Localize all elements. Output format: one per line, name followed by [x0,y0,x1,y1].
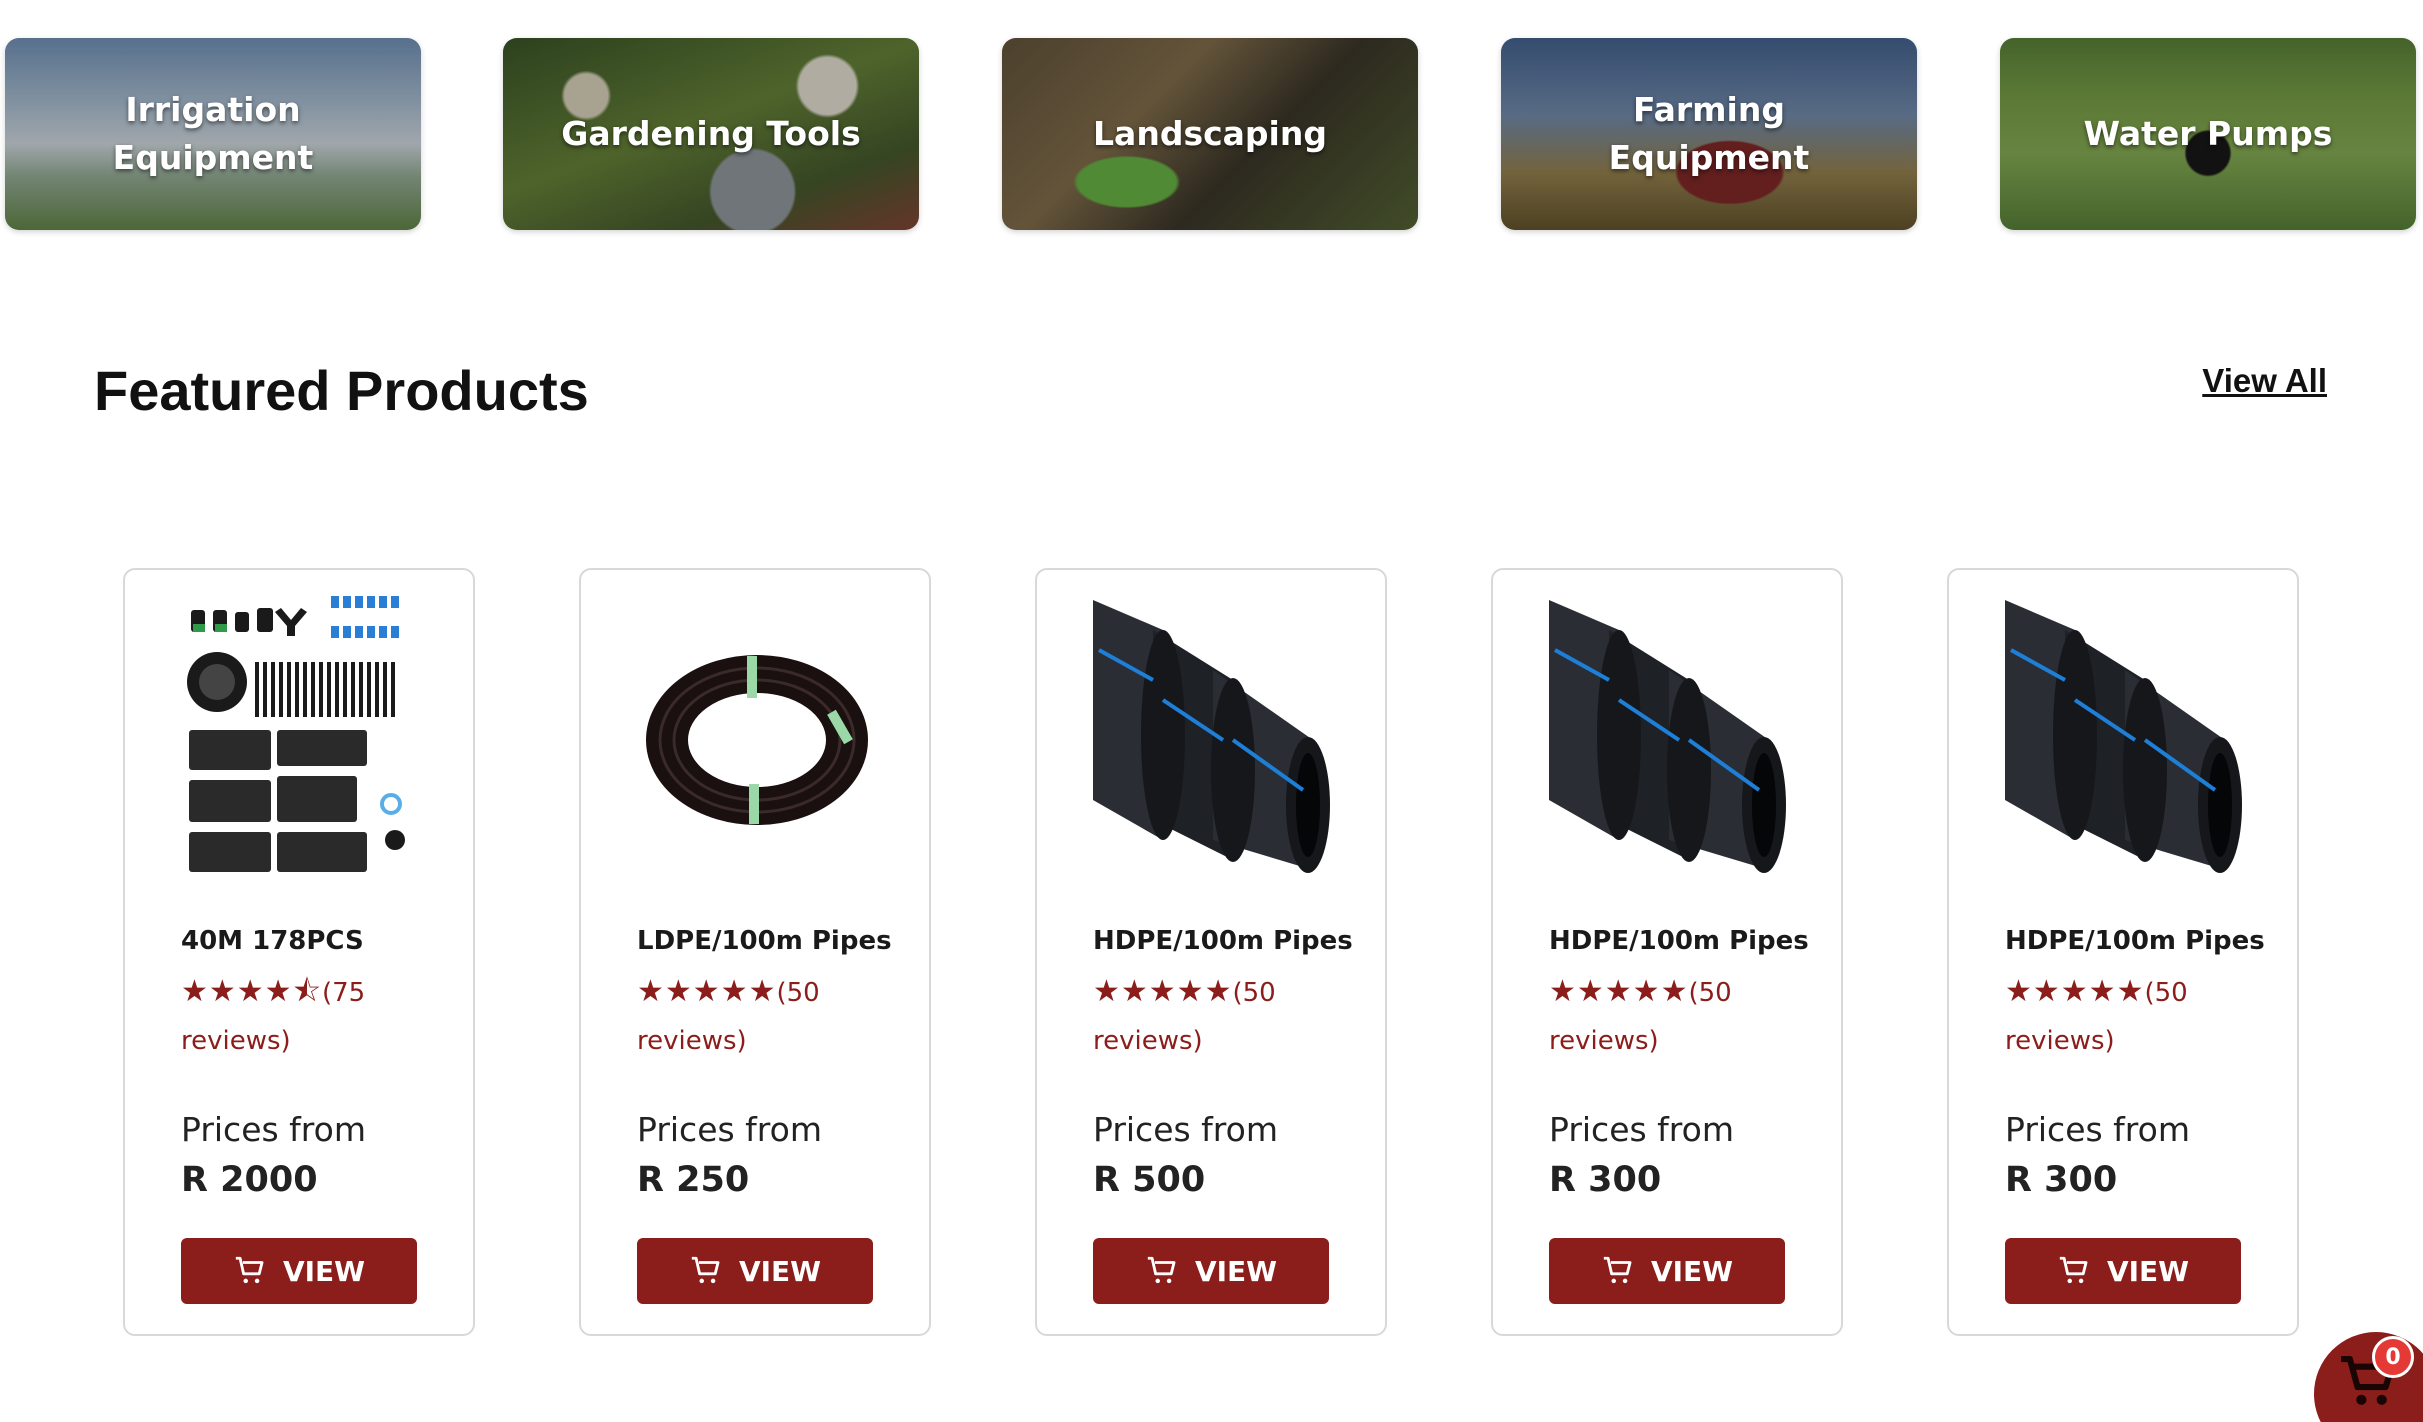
hdpe-pipes-icon [1093,600,1330,873]
view-button-label: VIEW [738,1254,822,1288]
category-tile-landscaping[interactable]: Landscaping [1002,38,1418,230]
product-card[interactable]: HDPE/100m Pipes ★★★★★(50 reviews) Prices… [1035,568,1387,1336]
cart-icon [235,1256,264,1284]
cart-icon [1603,1256,1632,1284]
product-name: HDPE/100m Pipes [1093,926,1353,956]
cart-icon [1147,1256,1176,1284]
cart-icon [2059,1256,2088,1284]
product-name: 40M 178PCS [181,926,364,956]
star-rating-icon: ★★★★★ [2005,974,2145,1009]
star-rating-icon: ★★★★⯪ [181,974,322,1009]
product-name: LDPE/100m Pipes [637,926,892,956]
category-tile-gardening-tools[interactable]: Gardening Tools [503,38,919,230]
product-price: R 300 [1549,1160,1662,1200]
product-price: R 2000 [181,1160,318,1200]
cart-count-badge: 0 [2372,1336,2414,1378]
view-product-button[interactable]: VIEW [1549,1238,1785,1304]
product-card[interactable]: HDPE/100m Pipes ★★★★★(50 reviews) Prices… [1947,568,2299,1336]
product-price: R 300 [2005,1160,2118,1200]
drip-kit-icon [187,596,405,872]
product-rating: ★★★★★(50 reviews) [2005,968,2265,1065]
view-all-link[interactable]: View All [2202,362,2327,400]
product-price: R 250 [637,1160,750,1200]
product-card[interactable]: 40M 178PCS ★★★★⯪(75 reviews) Prices from… [123,568,475,1336]
star-rating-icon: ★★★★★ [637,974,777,1009]
view-button-label: VIEW [1650,1254,1734,1288]
category-tile-farming-equipment[interactable]: Farming Equipment [1501,38,1917,230]
view-button-label: VIEW [1194,1254,1278,1288]
view-button-label: VIEW [282,1254,366,1288]
product-rating: ★★★★⯪(75 reviews) [181,968,441,1065]
star-rating-icon: ★★★★★ [1093,974,1233,1009]
category-label: Farming Equipment [1608,90,1810,177]
category-label: Water Pumps [2083,114,2333,153]
star-rating-icon: ★★★★★ [1549,974,1689,1009]
product-name: HDPE/100m Pipes [1549,926,1809,956]
category-label: Landscaping [1093,114,1327,153]
price-label: Prices from [181,1110,366,1149]
category-label: Irrigation Equipment [112,90,314,177]
view-product-button[interactable]: VIEW [181,1238,417,1304]
view-product-button[interactable]: VIEW [637,1238,873,1304]
price-label: Prices from [1093,1110,1278,1149]
product-name: HDPE/100m Pipes [2005,926,2265,956]
price-label: Prices from [2005,1110,2190,1149]
pipe-coil-icon [646,655,868,825]
hdpe-pipes-icon [2005,600,2242,873]
product-rating: ★★★★★(50 reviews) [637,968,897,1065]
view-product-button[interactable]: VIEW [1093,1238,1329,1304]
product-rating: ★★★★★(50 reviews) [1093,968,1353,1065]
price-label: Prices from [637,1110,822,1149]
view-button-label: VIEW [2106,1254,2190,1288]
featured-products-title: Featured Products [94,359,589,422]
product-card[interactable]: LDPE/100m Pipes ★★★★★(50 reviews) Prices… [579,568,931,1336]
view-product-button[interactable]: VIEW [2005,1238,2241,1304]
category-tile-irrigation-equipment[interactable]: Irrigation Equipment [5,38,421,230]
product-price: R 500 [1093,1160,1206,1200]
product-rating: ★★★★★(50 reviews) [1549,968,1809,1065]
cart-icon [691,1256,720,1284]
price-label: Prices from [1549,1110,1734,1149]
category-label: Gardening Tools [561,114,861,153]
hdpe-pipes-icon [1549,600,1786,873]
category-tile-water-pumps[interactable]: Water Pumps [2000,38,2416,230]
product-card[interactable]: HDPE/100m Pipes ★★★★★(50 reviews) Prices… [1491,568,1843,1336]
